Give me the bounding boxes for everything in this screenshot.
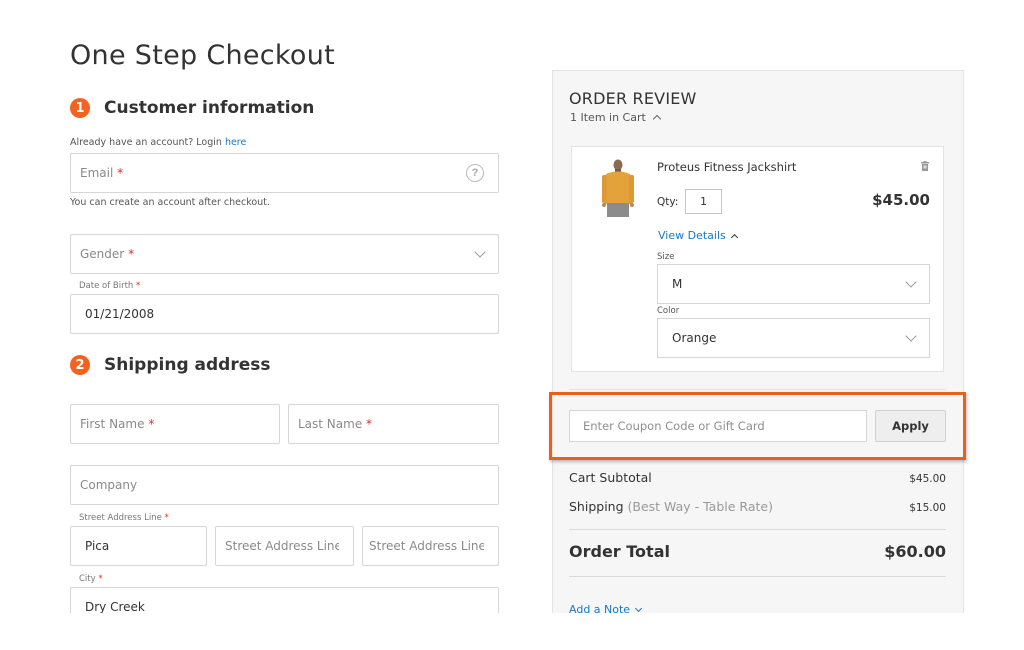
step-number-badge: 1 [70,98,90,118]
shipping-address-heading: 2 Shipping address [70,355,271,375]
size-select[interactable]: M [657,264,930,304]
color-value: Orange [672,331,717,345]
gender-select[interactable]: Gender * [70,234,499,274]
company-placeholder: Company [80,478,138,492]
order-total-label: Order Total [569,542,670,561]
subtotal-row: Cart Subtotal $45.00 [569,470,946,485]
dob-input[interactable]: 01/21/2008 [70,294,499,334]
add-note-toggle[interactable]: Add a Note [569,603,643,613]
gender-placeholder: Gender * [80,247,135,261]
color-select[interactable]: Orange [657,318,930,358]
section-title: Shipping address [104,355,271,375]
view-details-toggle[interactable]: View Details [658,229,738,242]
first-name-input[interactable]: First Name * [70,404,280,444]
street-line-1-value: Pica [85,539,110,553]
shipping-value: $15.00 [909,502,946,514]
email-field[interactable]: Email * ? [70,153,499,193]
dob-value: 01/21/2008 [85,307,155,321]
size-value: M [672,277,683,291]
view-details-text: View Details [658,229,726,242]
subtotal-label: Cart Subtotal [569,470,652,485]
dob-label: Date of Birth * [79,281,141,291]
chevron-down-icon [635,604,643,612]
add-note-text: Add a Note [569,603,631,613]
first-name-placeholder: First Name * [80,417,155,431]
company-input[interactable]: Company [70,465,499,505]
order-review-title: ORDER REVIEW [569,89,697,108]
shipping-row: Shipping (Best Way - Table Rate) $15.00 [569,499,946,514]
login-prompt: Already have an account? Login here [70,137,246,148]
checkout-page: One Step Checkout 1 Customer information… [0,0,1024,613]
customer-info-heading: 1 Customer information [70,98,314,118]
trash-icon[interactable] [921,161,929,171]
street-label: Street Address Line * [79,513,169,523]
chevron-down-icon [905,330,917,342]
street-line-2-placeholder: Street Address Line 2 [225,539,339,553]
city-label: City * [79,574,103,584]
cart-count-toggle[interactable]: 1 Item in Cart [570,111,662,124]
color-label: Color [657,306,680,316]
product-image [602,159,634,217]
divider [569,389,946,390]
login-link[interactable]: here [225,137,246,148]
street-line-2-input[interactable]: Street Address Line 2 [215,526,354,566]
coupon-highlight-box [549,392,966,460]
qty-label: Qty: [657,196,679,208]
section-title: Customer information [104,98,315,118]
last-name-input[interactable]: Last Name * [288,404,499,444]
order-total-value: $60.00 [884,542,946,561]
help-icon[interactable]: ? [466,164,484,182]
chevron-down-icon [905,276,917,288]
last-name-placeholder: Last Name * [298,417,373,431]
email-placeholder: Email * [80,166,124,180]
chevron-up-icon [652,114,662,124]
qty-input[interactable]: 1 [685,189,722,214]
item-price: $45.00 [872,191,930,209]
street-line-3-input[interactable]: Street Address Line 3 [362,526,499,566]
shipping-label: Shipping (Best Way - Table Rate) [569,499,773,514]
cart-count-text: 1 Item in Cart [570,111,646,124]
city-input[interactable]: Dry Creek [70,587,499,613]
divider [569,529,946,530]
product-name: Proteus Fitness Jackshirt [657,160,797,174]
order-total-row: Order Total $60.00 [569,542,946,561]
step-number-badge: 2 [70,355,90,375]
street-line-1-input[interactable]: Pica [70,526,207,566]
size-label: Size [657,252,675,262]
page-title: One Step Checkout [70,40,336,71]
street-line-3-placeholder: Street Address Line 3 [369,539,484,553]
city-value: Dry Creek [85,600,145,613]
account-note: You can create an account after checkout… [70,197,270,208]
chevron-up-icon [730,233,738,241]
divider [569,576,946,577]
subtotal-value: $45.00 [909,473,946,485]
login-prompt-text: Already have an account? Login [70,137,225,148]
chevron-down-icon [474,246,486,258]
